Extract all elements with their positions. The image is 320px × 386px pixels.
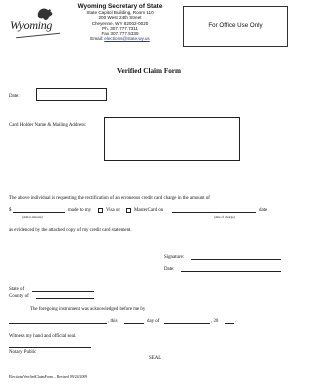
notary-signature-line[interactable] [9,347,91,348]
evidenced-text: as evidenced by the attached copy of my … [9,228,132,233]
date-input[interactable] [36,88,107,101]
notary-public-label: Notary Public [9,350,37,355]
state-of-label: State of [9,287,25,292]
signature-date-label: Date: [164,267,175,272]
seal-label: SEAL [149,356,162,361]
header-address: Wyoming Secretary of State State Capitol… [64,3,176,42]
date-suffix: date [259,208,268,213]
signature-date-line[interactable] [181,271,281,272]
request-text: The above individual is requesting the r… [9,196,210,201]
email-link[interactable]: elections@state.wy.us [104,36,149,41]
dollar-amount-line[interactable] [13,212,65,213]
wyoming-logo: Wyoming [10,6,68,46]
org-name: Wyoming Secretary of State [77,3,163,10]
office-use-box: For Office Use Only [183,6,288,47]
this-label: , this [108,319,118,324]
footer-revision: ElectionsVerifiedClaimForm – Revised 09/… [9,375,88,379]
signature-line[interactable] [191,259,281,260]
witness-text: Witness my hand and official seal. [9,334,77,339]
year-prefix: , 20 [211,319,219,324]
county-of-label: County of [9,294,29,299]
made-to-my-label: made to my [68,208,92,213]
mastercard-label: MasterCard on [134,208,164,213]
county-of-line[interactable] [36,298,94,299]
day-line[interactable] [124,323,144,324]
form-title: Verified Claim Form [116,67,181,75]
charge-date-line[interactable] [172,212,256,213]
year-line[interactable] [225,323,234,324]
month-line[interactable] [164,323,210,324]
date-label: Date: [9,94,20,99]
logo-text: Wyoming [10,18,53,32]
dollar-amount-caption: (dollar amount) [22,215,43,219]
dollar-sign: $ [9,208,12,213]
visa-label: Visa or [106,208,120,213]
visa-checkbox[interactable] [98,208,103,213]
acknowledged-text: The foregoing instrument was acknowledge… [30,307,146,312]
signature-label: Signature: [164,255,185,260]
state-of-line[interactable] [32,291,94,292]
email-row: Email: elections@state.wy.us [64,36,176,41]
card-holder-label: Card Holder Name & Mailing Address: [9,123,87,128]
email-label: Email: [90,36,104,42]
mastercard-checkbox[interactable] [126,208,131,213]
date-of-charge-caption: (date of charge) [214,215,235,219]
acknowledged-by-line[interactable] [9,323,107,324]
card-holder-input[interactable] [104,117,240,161]
day-of-label: day of [147,319,160,324]
office-use-label: For Office Use Only [208,22,263,29]
